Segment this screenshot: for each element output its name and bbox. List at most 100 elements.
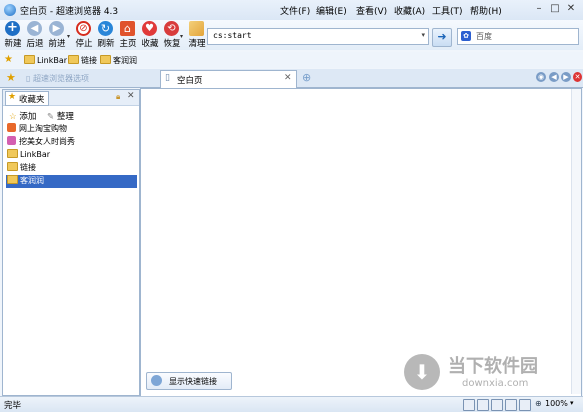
favorites-panel-title: 收藏夹 xyxy=(19,95,45,105)
fav-linkbar[interactable]: LinkBar xyxy=(24,55,67,65)
go-button[interactable]: ➜ xyxy=(432,28,452,47)
list-item[interactable]: 链接 xyxy=(7,162,137,175)
star-icon[interactable]: ★ xyxy=(4,54,13,65)
organize-favorites-button[interactable]: ✎ 整理 xyxy=(47,110,74,122)
tab-scroll-left-icon[interactable]: ◀ xyxy=(549,72,559,82)
zoom-level[interactable]: 100% xyxy=(545,399,568,408)
add-favorite-button[interactable]: ☆ 添加 xyxy=(9,110,36,122)
list-item-label: 挖美女人时尚秀 xyxy=(19,137,75,146)
add-label: 添加 xyxy=(19,112,37,122)
home-icon: ⌂ xyxy=(120,21,135,36)
restore-dropdown-icon[interactable]: ▾ xyxy=(180,33,183,40)
favorite-button[interactable]: ♥ 收藏 xyxy=(139,20,161,50)
fav-linkbar-label: LinkBar xyxy=(37,56,68,65)
clean-button[interactable]: 清理 xyxy=(186,20,208,50)
fav-links[interactable]: 链接 xyxy=(68,55,97,66)
title-bar: 空白页 - 超速浏览器 4.3 文件(F) 编辑(E) 查看(V) 收藏(A) … xyxy=(0,0,583,21)
folder-icon xyxy=(7,175,18,184)
list-item[interactable]: 网上淘宝购物 xyxy=(7,123,137,136)
home-button[interactable]: ⌂ 主页 xyxy=(117,20,139,50)
new-button[interactable]: + 新建 xyxy=(2,20,24,50)
wrench-icon: ✎ xyxy=(47,112,55,122)
tab-list-icon[interactable]: ◉ xyxy=(536,72,546,82)
app-logo-icon xyxy=(4,4,16,16)
tab-options[interactable]: ▯ 超速浏览器选项 xyxy=(26,73,89,84)
organize-label: 整理 xyxy=(56,112,74,122)
folder-icon xyxy=(7,149,18,158)
menu-help[interactable]: 帮助(H) xyxy=(470,4,502,17)
fav-links-label: 链接 xyxy=(81,56,97,65)
close-button[interactable]: ✕ xyxy=(564,3,578,16)
status-text: 完毕 xyxy=(4,401,22,411)
watermark-logo-icon: ⬇ xyxy=(404,354,440,390)
search-placeholder: 百度 xyxy=(476,32,492,41)
stop-button[interactable]: ⊘ 停止 xyxy=(73,20,95,50)
taobao-icon xyxy=(7,123,16,132)
sound-icon[interactable] xyxy=(505,399,517,411)
list-item[interactable]: 挖美女人时尚秀 xyxy=(7,136,137,149)
tab-options-label: 超速浏览器选项 xyxy=(32,74,89,83)
list-item-label: LinkBar xyxy=(20,150,51,159)
broom-icon xyxy=(189,21,204,36)
new-tab-icon[interactable]: ⊕ xyxy=(302,71,311,84)
forward-dropdown-icon[interactable]: ▾ xyxy=(67,33,70,40)
menu-file[interactable]: 文件(F) xyxy=(280,4,310,17)
list-item-label: 客润润 xyxy=(20,176,44,185)
maximize-button[interactable]: □ xyxy=(548,3,562,16)
tab-close-icon[interactable]: ✕ xyxy=(284,73,292,83)
content-area[interactable] xyxy=(140,88,582,397)
forward-button[interactable]: ▶ 前进 xyxy=(46,20,68,50)
refresh-icon: ↻ xyxy=(98,21,113,36)
list-item-selected[interactable]: 客润润 xyxy=(6,175,137,188)
window-title: 空白页 - 超速浏览器 4.3 xyxy=(20,7,119,17)
favorites-panel-header: ★ 收藏夹 🔒︎ ✕ xyxy=(3,90,139,106)
watermark-text: 当下软件园 xyxy=(448,356,538,377)
favorites-panel: ★ 收藏夹 🔒︎ ✕ ☆ 添加 ✎ 整理 网上淘宝购物 挖美女人时尚秀 Link… xyxy=(2,89,140,396)
list-item[interactable]: LinkBar xyxy=(7,149,137,162)
menu-view[interactable]: 查看(V) xyxy=(356,4,387,17)
list-item-label: 链接 xyxy=(20,163,36,172)
folder-icon xyxy=(100,55,111,64)
folder-icon xyxy=(68,55,79,64)
page-icon: ▯ xyxy=(165,73,170,83)
show-quick-links-label: 显示快速链接 xyxy=(169,377,217,386)
menu-favorites[interactable]: 收藏(A) xyxy=(394,4,425,17)
back-button[interactable]: ◀ 后退 xyxy=(24,20,46,50)
fav-kerunrun[interactable]: 客润润 xyxy=(100,55,137,66)
close-all-tabs-icon[interactable]: ✕ xyxy=(573,72,582,82)
forward-arrow-icon: ▶ xyxy=(49,21,64,36)
search-input[interactable]: ✿ 百度 xyxy=(457,28,579,45)
list-item-label: 网上淘宝购物 xyxy=(19,124,67,133)
menu-tools[interactable]: 工具(T) xyxy=(432,4,463,17)
folder-icon xyxy=(24,55,35,64)
minimize-button[interactable]: – xyxy=(532,3,546,16)
address-dropdown-icon[interactable]: ▾ xyxy=(421,31,425,39)
plus-icon: + xyxy=(5,21,20,36)
lock-icon[interactable]: 🔒︎ xyxy=(116,92,120,102)
menu-edit[interactable]: 编辑(E) xyxy=(316,4,347,17)
show-quick-links-button[interactable]: 显示快速链接 xyxy=(146,372,232,390)
download-icon[interactable] xyxy=(519,399,531,411)
fashion-icon xyxy=(7,136,16,145)
vertical-scrollbar[interactable] xyxy=(571,89,581,394)
back-arrow-icon: ◀ xyxy=(27,21,42,36)
favorites-panel-tab[interactable]: ★ 收藏夹 xyxy=(5,91,49,106)
image-icon[interactable] xyxy=(463,399,475,411)
baidu-logo-icon[interactable]: ✿ xyxy=(461,31,471,41)
tab-blank-page-label: 空白页 xyxy=(177,76,203,86)
quick-link-icon xyxy=(151,375,162,386)
tab-blank-page[interactable]: ▯ 空白页 ✕ xyxy=(160,70,297,88)
favorites-star-icon[interactable]: ★ xyxy=(6,71,16,84)
screenshot-icon[interactable] xyxy=(491,399,503,411)
zoom-icon[interactable]: ⊕ xyxy=(535,399,542,408)
tab-scroll-right-icon[interactable]: ▶ xyxy=(561,72,571,82)
fav-kerunrun-label: 客润润 xyxy=(113,56,137,65)
window-icon[interactable] xyxy=(477,399,489,411)
favorite-heart-icon: ♥ xyxy=(142,21,157,36)
panel-close-icon[interactable]: ✕ xyxy=(127,91,135,101)
zoom-dropdown-icon[interactable]: ▾ xyxy=(570,399,574,407)
page-icon: ▯ xyxy=(26,74,31,83)
folder-icon xyxy=(7,162,18,171)
address-bar[interactable]: cs:start ▾ xyxy=(207,28,429,45)
refresh-button[interactable]: ↻ 刷新 xyxy=(95,20,117,50)
